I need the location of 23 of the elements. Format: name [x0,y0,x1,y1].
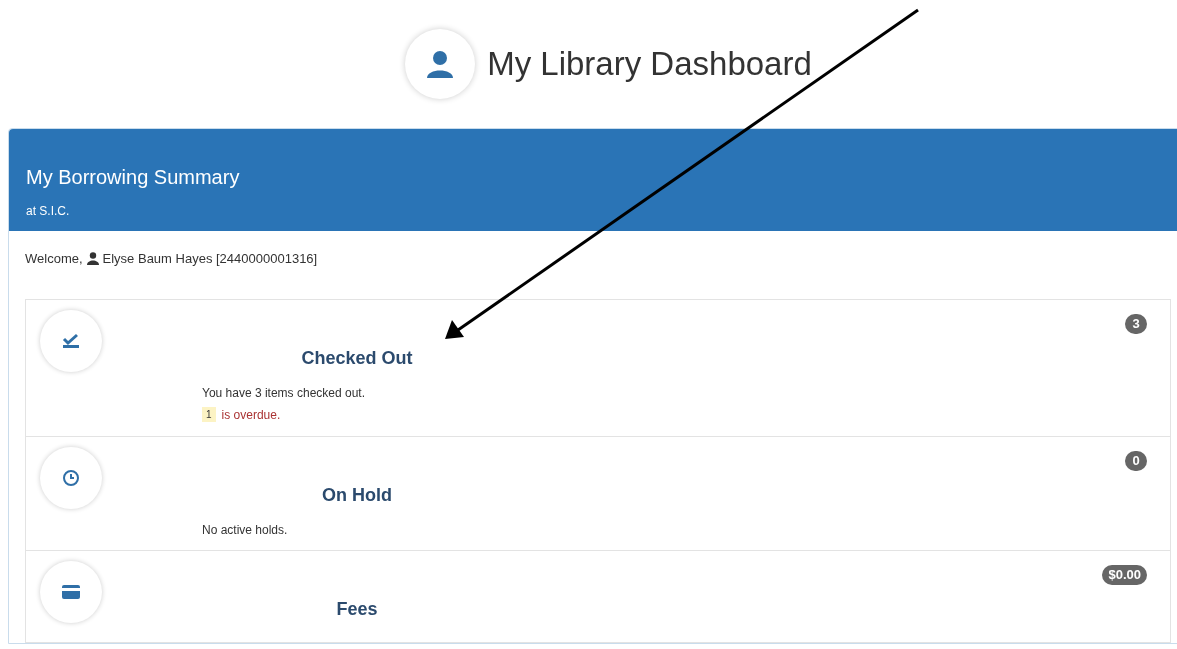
credit-card-icon [62,584,80,599]
card-title[interactable]: On Hold [322,481,392,509]
clock-icon [62,468,80,487]
summary-card[interactable]: On Hold No active holds. 0 [25,436,1171,551]
card-text: You have 3 items checked out. [202,384,366,402]
count-badge: 0 [1125,450,1147,471]
person-icon [86,252,99,266]
welcome-label: Welcome, [25,250,83,268]
card-title[interactable]: Checked Out [301,344,413,372]
count-badge: $0.00 [1102,564,1147,585]
card-title[interactable]: Fees [336,595,378,623]
summary-card[interactable]: Checked Out You have 3 items checked out. 1 is overdue. 3 [25,298,1171,437]
summary-card[interactable]: Fees $0.00 [25,550,1171,643]
overdue-text: is overdue. [221,406,281,424]
user-icon [425,49,456,79]
overdue-count: 1 [202,407,216,422]
patron-name: Elyse Baum Hayes [2440000001316] [102,250,318,268]
panel-subtitle: at S.I.C. [26,203,71,220]
check-icon [62,332,80,349]
card-text: No active holds. [202,521,289,539]
panel-title: My Borrowing Summary [26,165,241,190]
count-badge: 3 [1125,313,1147,334]
page-title: My Library Dashboard [487,44,812,85]
